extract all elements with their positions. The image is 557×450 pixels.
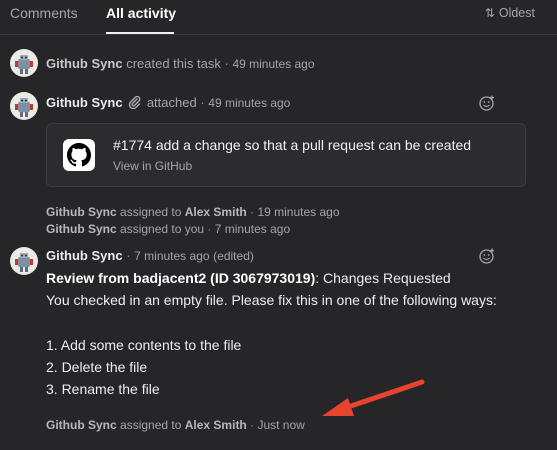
actor-name[interactable]: Github Sync	[46, 418, 117, 432]
actor-name[interactable]: Github Sync	[46, 95, 123, 110]
sort-button[interactable]: ⇅ Oldest	[485, 6, 535, 20]
comment-header: Github Sync · 7 minutes ago (edited)	[46, 248, 254, 263]
activity-created: Github Sync created this task · 49 minut…	[46, 56, 315, 71]
sort-arrows-icon: ⇅	[484, 6, 495, 20]
tab-comments[interactable]: Comments	[10, 5, 78, 21]
paperclip-icon	[128, 95, 141, 112]
list-item: 1. Add some contents to the file	[46, 337, 242, 353]
comment-body-line: You checked in an empty file. Please fix…	[46, 292, 497, 308]
activity-assigned-alex: Github Sync assigned to Alex Smith · 19 …	[46, 205, 340, 219]
timestamp: 7 minutes ago	[214, 222, 291, 236]
avatar[interactable]	[10, 92, 38, 120]
github-icon	[63, 139, 95, 171]
activity-attached: Github Sync attached · 49 minutes ago	[46, 95, 291, 112]
activity-action: assigned to	[120, 205, 182, 219]
edited-label: (edited)	[213, 249, 254, 263]
review-label: Review from badjacent2 (ID 3067973019)	[46, 270, 316, 286]
activity-tabs: Comments All activity ⇅ Oldest	[0, 0, 557, 36]
github-attachment-card[interactable]: #1774 add a change so that a pull reques…	[46, 123, 526, 187]
activity-action: assigned to	[120, 418, 182, 432]
annotation-arrow-icon	[322, 379, 425, 416]
activity-action: created this task	[126, 56, 221, 71]
sort-label: Oldest	[498, 6, 535, 20]
comment-review-line: Review from badjacent2 (ID 3067973019): …	[46, 270, 451, 286]
assignee-name[interactable]: Alex Smith	[185, 205, 247, 219]
activity-action: assigned to you	[120, 222, 205, 236]
list-item: 3. Rename the file	[46, 381, 160, 397]
assignee-name[interactable]: Alex Smith	[185, 418, 247, 432]
avatar[interactable]	[10, 247, 38, 275]
add-reaction-button[interactable]	[478, 247, 496, 265]
list-item: 2. Delete the file	[46, 359, 148, 375]
tabs-divider	[0, 34, 557, 35]
timestamp: Just now	[257, 418, 305, 432]
timestamp: 49 minutes ago	[208, 96, 291, 110]
attachment-title: #1774 add a change so that a pull reques…	[113, 137, 472, 153]
smiley-icon	[479, 248, 494, 264]
timestamp: 7 minutes ago	[134, 249, 210, 263]
activity-assigned-you: Github Sync assigned to you · 7 minutes …	[46, 222, 291, 236]
actor-name[interactable]: Github Sync	[46, 222, 117, 236]
view-in-github-link[interactable]: View in GitHub	[113, 159, 192, 173]
activity-action: attached	[146, 95, 197, 110]
timestamp: 49 minutes ago	[232, 57, 315, 71]
actor-name[interactable]: Github Sync	[46, 248, 123, 263]
review-status: : Changes Requested	[315, 270, 451, 286]
timestamp: 19 minutes ago	[257, 205, 340, 219]
add-reaction-button[interactable]	[478, 94, 496, 112]
actor-name[interactable]: Github Sync	[46, 56, 123, 71]
activity-assigned-alex-now: Github Sync assigned to Alex Smith · Jus…	[46, 418, 305, 432]
actor-name[interactable]: Github Sync	[46, 205, 117, 219]
tab-all-activity[interactable]: All activity	[106, 5, 176, 21]
smiley-icon	[479, 95, 494, 111]
avatar[interactable]	[10, 49, 38, 77]
